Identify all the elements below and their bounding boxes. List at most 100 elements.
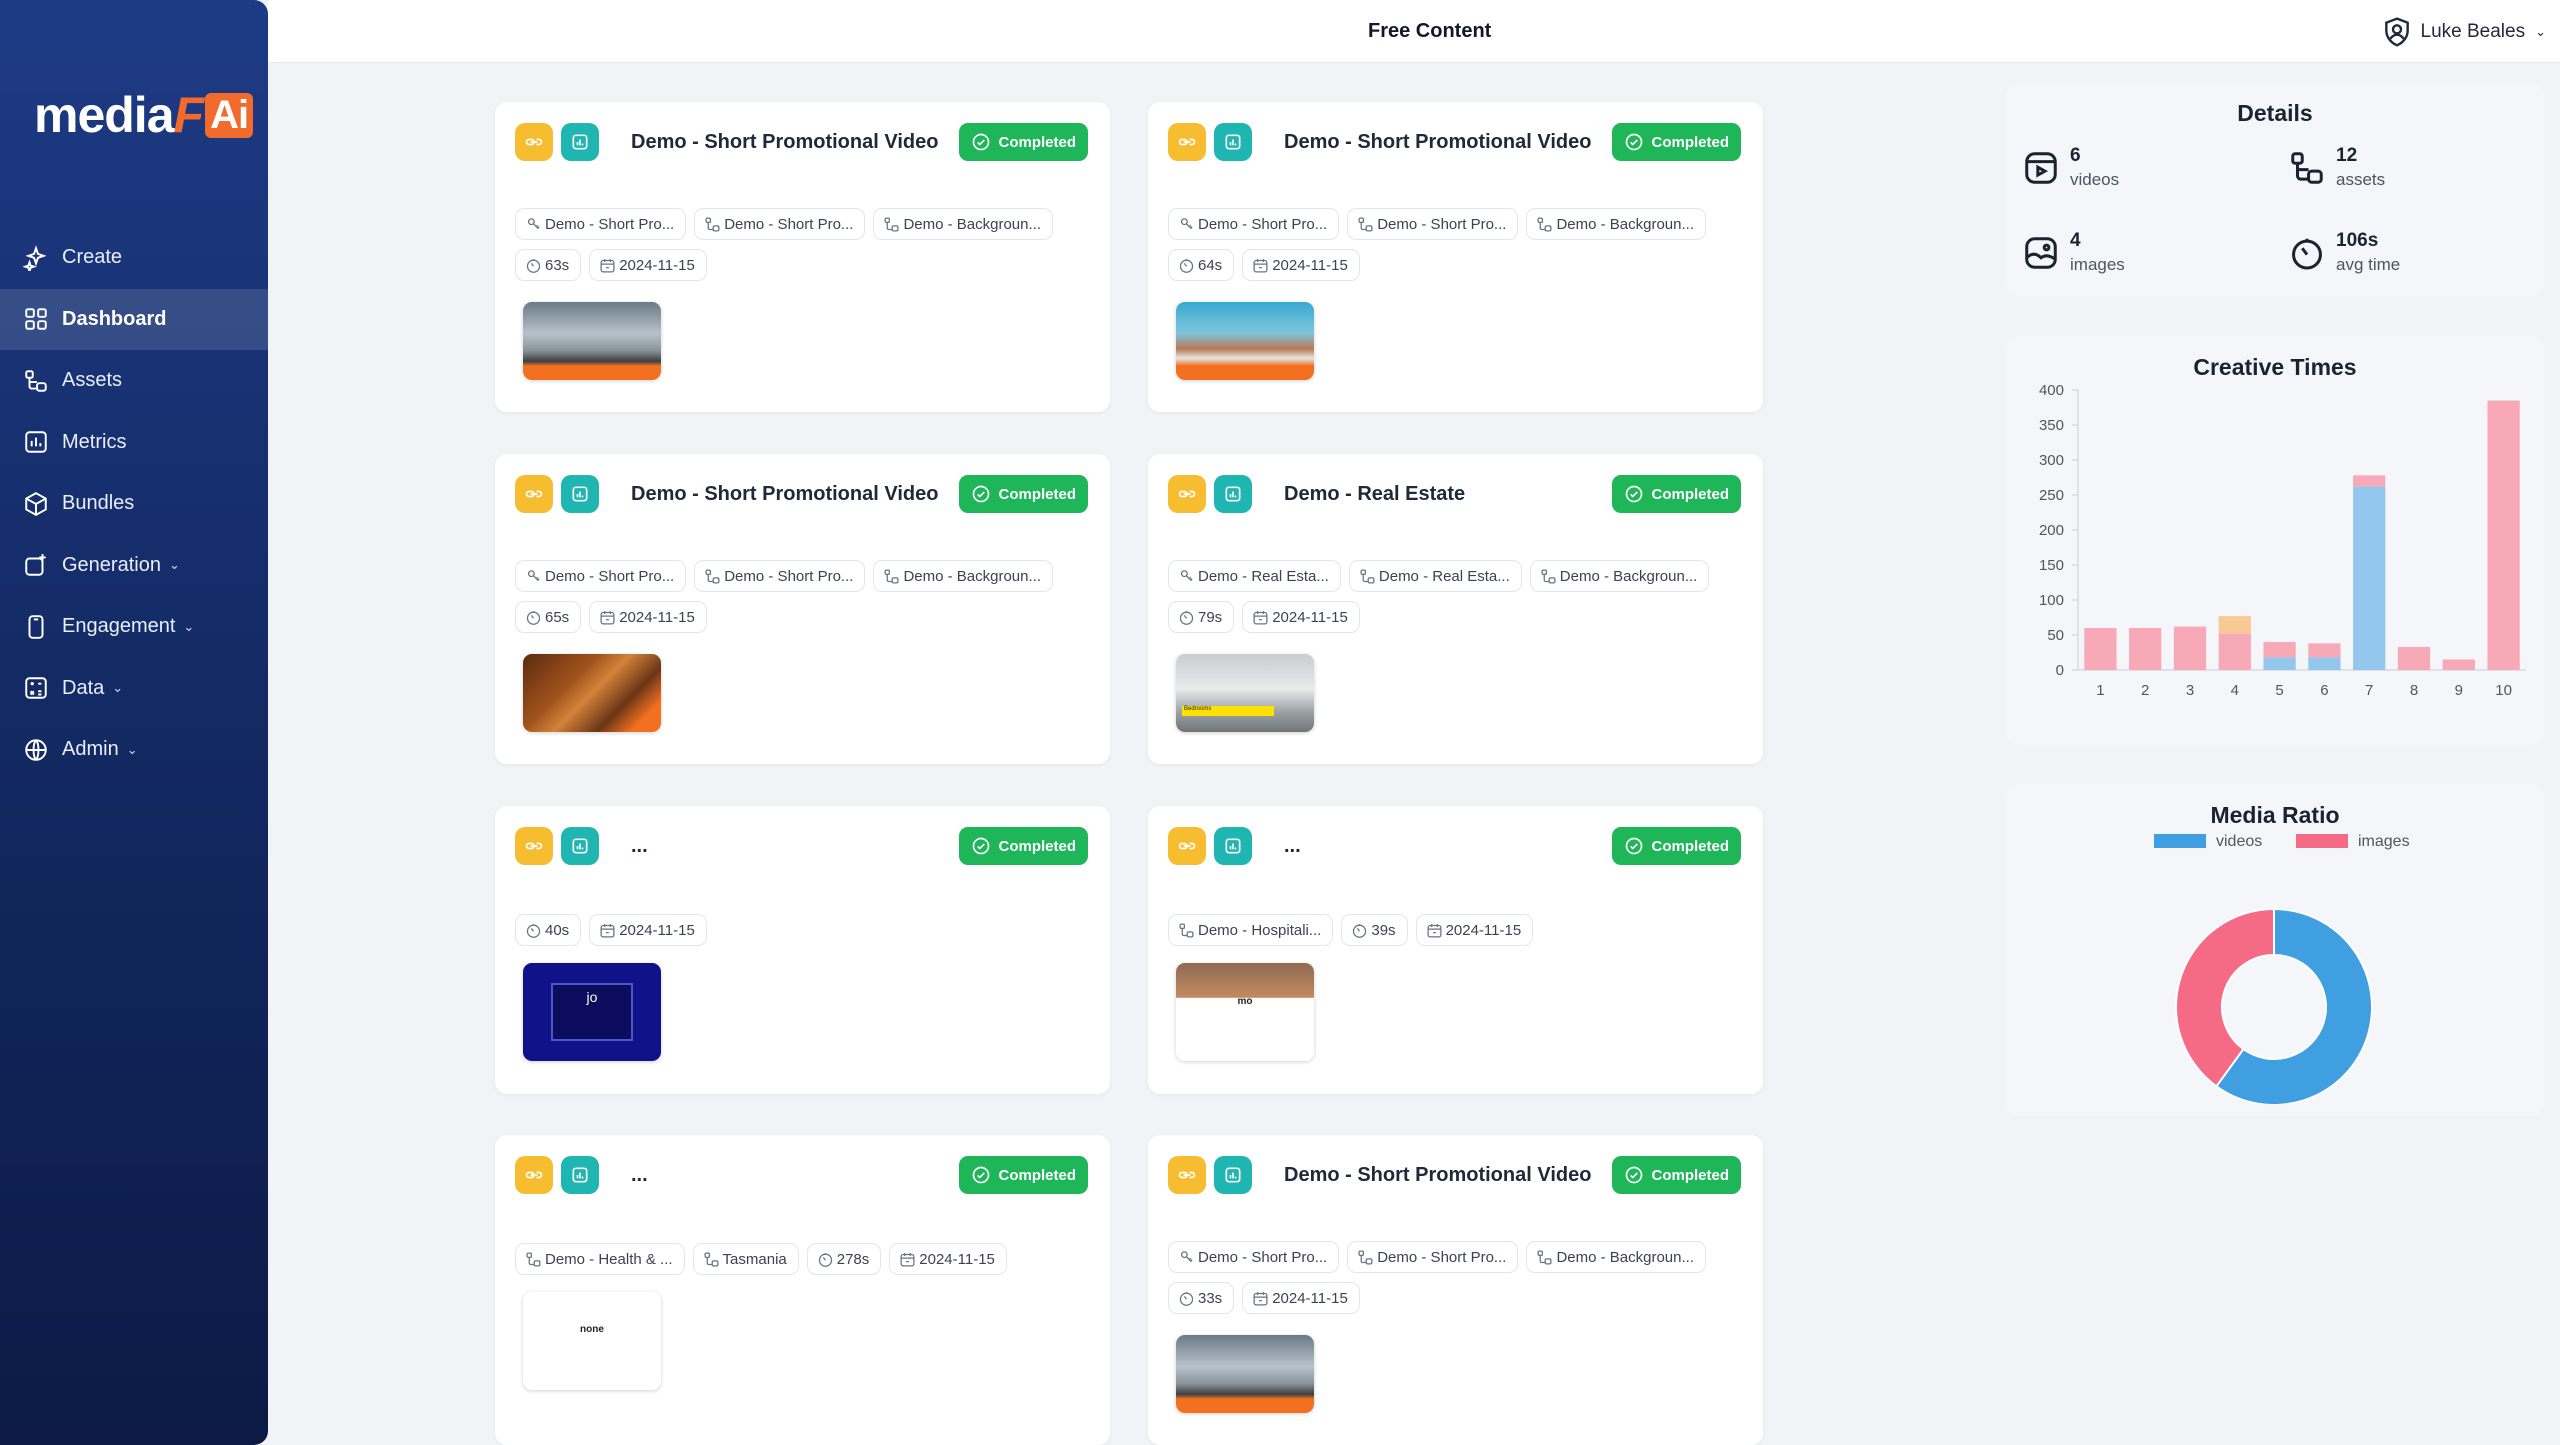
tag-chip[interactable]: Demo - Short Pro...	[1347, 1241, 1519, 1273]
link-button[interactable]	[515, 123, 553, 161]
metrics-button[interactable]	[561, 123, 599, 161]
bar-segment	[2218, 616, 2251, 634]
sidebar-item-data[interactable]: Data ⌄	[0, 658, 268, 720]
metrics-button[interactable]	[561, 827, 599, 865]
tag-chip[interactable]: 40s	[515, 914, 582, 946]
tag-chip[interactable]: Demo - Real Esta...	[1348, 560, 1522, 592]
sidebar-item-metrics[interactable]: Metrics	[0, 412, 268, 474]
tag-chip[interactable]: Demo - Short Pro...	[515, 208, 687, 240]
sidebar-item-bundles[interactable]: Bundles	[0, 473, 268, 535]
video-thumbnail[interactable]	[523, 302, 661, 380]
link-button[interactable]	[515, 475, 553, 513]
y-tick-label: 200	[2039, 522, 2064, 539]
lock-icon	[1180, 217, 1193, 229]
sidebar-item-generation[interactable]: Generation ⌄	[0, 535, 268, 597]
tag-chip[interactable]: Demo - Backgroun...	[873, 560, 1053, 592]
video-thumbnail[interactable]	[523, 654, 661, 732]
tag-chip[interactable]: 33s	[1168, 1282, 1235, 1314]
tag-chip[interactable]: Demo - Backgroun...	[1526, 1241, 1706, 1273]
bar-segment	[2442, 659, 2475, 670]
content-card[interactable]: Demo - Real Estate Completed Demo - Real…	[1148, 454, 1763, 764]
tag-chip[interactable]: 2024-11-15	[1415, 914, 1534, 946]
tag-chip[interactable]: 2024-11-15	[589, 249, 707, 281]
link-icon	[525, 842, 543, 850]
card-title[interactable]: ...	[631, 835, 648, 858]
link-button[interactable]	[515, 1156, 553, 1194]
link-button[interactable]	[1168, 1156, 1206, 1194]
tag-label: 63s	[545, 256, 570, 274]
tag-chip[interactable]: 2024-11-15	[1242, 1282, 1360, 1314]
legend-label: videos	[2216, 834, 2262, 850]
tag-chip[interactable]: Tasmania	[692, 1243, 799, 1275]
card-title[interactable]: Demo - Short Promotional Video	[631, 483, 938, 506]
link-button[interactable]	[1168, 475, 1206, 513]
tag-chip[interactable]: 64s	[1168, 249, 1235, 281]
tag-chip[interactable]: Demo - Short Pro...	[515, 560, 687, 592]
tag-chip[interactable]: Demo - Short Pro...	[694, 560, 866, 592]
tag-chip[interactable]: 2024-11-15	[1242, 249, 1360, 281]
timer-icon	[526, 610, 541, 625]
content-card[interactable]: Demo - Short Promotional Video Completed…	[495, 102, 1110, 412]
video-thumbnail[interactable]: Bedrooms	[1176, 654, 1314, 732]
card-title[interactable]: Demo - Short Promotional Video	[1284, 131, 1591, 154]
tag-chip[interactable]: Demo - Real Esta...	[1168, 560, 1341, 592]
tag-chip[interactable]: 79s	[1168, 601, 1235, 633]
metrics-button[interactable]	[561, 1156, 599, 1194]
tag-chip[interactable]: Demo - Hospitali...	[1168, 914, 1334, 946]
tag-chip[interactable]: Demo - Short Pro...	[1347, 208, 1519, 240]
metrics-button[interactable]	[561, 475, 599, 513]
tag-chip[interactable]: 39s	[1341, 914, 1408, 946]
tag-chip[interactable]: Demo - Health & ...	[515, 1243, 685, 1275]
video-thumbnail[interactable]: mo	[1176, 963, 1314, 1061]
app-logo[interactable]: media F Ai	[34, 86, 254, 144]
tag-chip[interactable]: Demo - Short Pro...	[694, 208, 866, 240]
tag-chip[interactable]: Demo - Backgroun...	[873, 208, 1053, 240]
tag-chip[interactable]: Demo - Short Pro...	[1168, 208, 1340, 240]
tag-chip[interactable]: Demo - Backgroun...	[1526, 208, 1706, 240]
tag-chip[interactable]: 2024-11-15	[1242, 601, 1360, 633]
creative-times-chart: 0 50 100 150 200 250 300 350 400 1 2 3 4 5 6 7 8 9 10	[2039, 382, 2526, 699]
video-thumbnail[interactable]	[1176, 302, 1314, 380]
tag-label: Demo - Health & ...	[545, 1250, 673, 1268]
sidebar-item-create[interactable]: Create	[0, 227, 268, 289]
tag-chip[interactable]: 278s	[806, 1243, 882, 1275]
tag-chip[interactable]: 2024-11-15	[589, 601, 707, 633]
metrics-button[interactable]	[1214, 827, 1252, 865]
card-title[interactable]: Demo - Real Estate	[1284, 483, 1465, 506]
card-title[interactable]: Demo - Short Promotional Video	[1284, 1164, 1591, 1187]
status-badge: Completed	[1612, 123, 1741, 161]
video-thumbnail[interactable]: none	[523, 1292, 661, 1390]
metrics-button[interactable]	[1214, 123, 1252, 161]
link-button[interactable]	[1168, 827, 1206, 865]
link-button[interactable]	[515, 827, 553, 865]
content-card[interactable]: ... Completed Demo - Hospitali... 39s 2024…	[1148, 806, 1763, 1094]
card-title[interactable]: ...	[631, 1164, 648, 1187]
tag-chip[interactable]: 63s	[515, 249, 582, 281]
card-tags: Demo - Short Pro... Demo - Short Pro... De…	[515, 560, 1090, 592]
content-card[interactable]: Demo - Short Promotional Video Completed…	[1148, 1135, 1763, 1445]
tag-chip[interactable]: 2024-11-15	[589, 914, 707, 946]
tag-chip[interactable]: 65s	[515, 601, 582, 633]
content-card[interactable]: ... Completed Demo - Health & ... Tasmani…	[495, 1135, 1110, 1445]
metrics-button[interactable]	[1214, 475, 1252, 513]
sidebar-item-assets[interactable]: Assets	[0, 350, 268, 412]
tag-chip[interactable]: 2024-11-15	[889, 1243, 1007, 1275]
bar-segment	[2218, 633, 2251, 670]
card-title[interactable]: ...	[1284, 835, 1301, 858]
tag-chip[interactable]: Demo - Backgroun...	[1529, 560, 1710, 592]
metrics-button[interactable]	[1214, 1156, 1252, 1194]
detail-images: 4 images	[2022, 230, 2125, 275]
user-menu[interactable]: Luke Beales ⌄	[2381, 16, 2546, 48]
content-card[interactable]: ... Completed 40s 2024-11-15 jo	[495, 806, 1110, 1094]
sidebar-item-dashboard[interactable]: Dashboard	[0, 288, 268, 350]
sidebar-item-engagement[interactable]: Engagement ⌄	[0, 596, 268, 658]
video-thumbnail[interactable]	[1176, 1335, 1314, 1413]
link-button[interactable]	[1168, 123, 1206, 161]
sidebar-item-label: Engagement	[62, 615, 176, 638]
sidebar-item-admin[interactable]: Admin ⌄	[0, 719, 268, 781]
card-title[interactable]: Demo - Short Promotional Video	[631, 131, 938, 154]
content-card[interactable]: Demo - Short Promotional Video Completed…	[495, 454, 1110, 764]
tag-chip[interactable]: Demo - Short Pro...	[1168, 1241, 1340, 1273]
content-card[interactable]: Demo - Short Promotional Video Completed…	[1148, 102, 1763, 412]
video-thumbnail[interactable]: jo	[523, 963, 661, 1061]
